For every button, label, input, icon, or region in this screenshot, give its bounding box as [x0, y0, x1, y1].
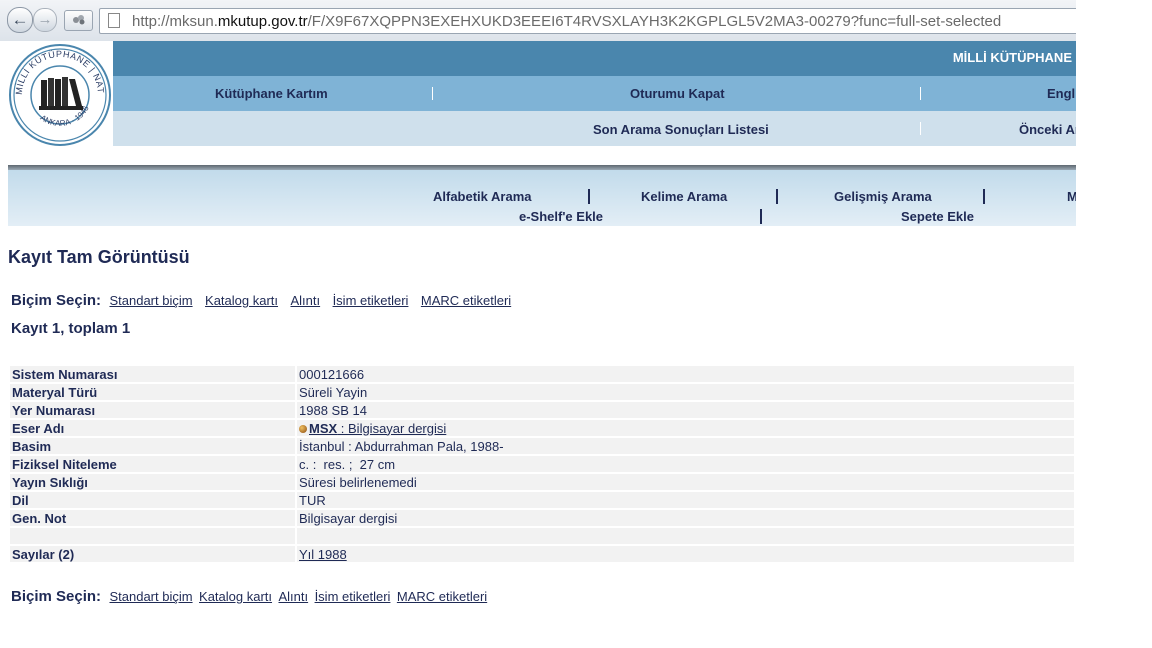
field-label: Sayılar (2) [10, 546, 295, 562]
table-row: Dil TUR [10, 492, 1074, 508]
title-rest-link[interactable]: : Bilgisayar dergisi [337, 421, 447, 436]
advanced-search-link[interactable]: Gelişmiş Arama [834, 189, 932, 204]
table-row [10, 528, 1074, 544]
field-value: MSX : Bilgisayar dergisi [297, 420, 1074, 436]
header-results-bar: Son Arama Sonuçları Listesi Önceki Ar [113, 111, 1076, 146]
format-catalog-card-link[interactable]: Katalog kartı [199, 589, 272, 604]
format-select-top: Biçim Seçin: Standart biçim Katalog kart… [11, 292, 511, 310]
table-row: Yayın Sıklığı Süresi belirlenemedi [10, 474, 1074, 490]
table-row: Materyal Türü Süreli Yayin [10, 384, 1074, 400]
table-row: Sayılar (2) Yıl 1988 [10, 546, 1074, 562]
field-value: TUR [297, 492, 1074, 508]
keyword-search-link[interactable]: Kelime Arama [641, 189, 727, 204]
my-library-card-link[interactable]: Kütüphane Kartım [215, 86, 328, 101]
field-label: Yayın Sıklığı [10, 474, 295, 490]
page-title: Kayıt Tam Görüntüsü [8, 247, 190, 267]
field-value [297, 528, 1074, 544]
url-text: http://mksun.mkutup.gov.tr/F/X9F67XQPPN3… [132, 13, 1002, 30]
field-value: 1988 SB 14 [297, 402, 1074, 418]
table-row: Basim İstanbul : Abdurrahman Pala, 1988- [10, 438, 1074, 454]
field-value: İstanbul : Abdurrahman Pala, 1988- [297, 438, 1074, 454]
national-library-logo: MİLLİ KÜTÜPHANE | NATIONAL LIBRARY ANKAR… [8, 43, 111, 146]
forward-button[interactable]: → [33, 8, 57, 32]
separator [760, 209, 762, 224]
logout-link[interactable]: Oturumu Kapat [630, 86, 725, 101]
bullet-icon [299, 425, 307, 434]
separator [776, 189, 778, 204]
format-standard-link[interactable]: Standart biçim [109, 293, 192, 308]
field-value: Süresi belirlenemedi [297, 474, 1074, 490]
format-name-tags-link[interactable]: İsim etiketleri [315, 589, 391, 604]
holdings-link[interactable]: Yıl 1988 [299, 547, 347, 562]
header-brand-bar: MİLLİ KÜTÜPHANE [113, 41, 1076, 76]
format-citation-link[interactable]: Alıntı [278, 589, 308, 604]
separator [920, 122, 921, 135]
record-table: Sistem Numarası 000121666 Materyal Türü Sü… [8, 364, 1076, 564]
search-nav-band: Alfabetik Arama Kelime Arama Gelişmiş Ar… [8, 165, 1076, 226]
table-row: Yer Numarası 1988 SB 14 [10, 402, 1074, 418]
back-arrow-icon: ← [11, 10, 29, 29]
format-select-label: Biçim Seçin: [11, 588, 102, 605]
page-icon [108, 13, 120, 28]
field-label: Basim [10, 438, 295, 454]
table-row: Eser Adı MSX : Bilgisayar dergisi [10, 420, 1074, 436]
header-user-bar: Kütüphane Kartım Oturumu Kapat Engli [113, 76, 1076, 111]
format-name-tags-link[interactable]: İsim etiketleri [333, 293, 409, 308]
field-label: Fiziksel Niteleme [10, 456, 295, 472]
format-select-bottom: Biçim Seçin: Standart biçim Katalog kart… [11, 588, 487, 606]
alphabetic-search-link[interactable]: Alfabetik Arama [433, 189, 532, 204]
back-button[interactable]: ← [7, 7, 33, 33]
format-marc-tags-link[interactable]: MARC etiketleri [421, 293, 511, 308]
field-label: Eser Adı [10, 420, 295, 436]
last-search-results-link[interactable]: Son Arama Sonuçları Listesi [593, 122, 769, 137]
add-to-eshelf-link[interactable]: e-Shelf'e Ekle [519, 209, 603, 224]
format-catalog-card-link[interactable]: Katalog kartı [205, 293, 278, 308]
previous-link[interactable]: Önceki Ar [1019, 122, 1076, 137]
field-value: Yıl 1988 [297, 546, 1074, 562]
field-value: Süreli Yayin [297, 384, 1074, 400]
table-row: Fiziksel Niteleme c. : res. ; 27 cm [10, 456, 1074, 472]
separator [920, 87, 921, 100]
separator [983, 189, 985, 204]
more-search-link[interactable]: M [1067, 189, 1076, 204]
forward-arrow-icon: → [37, 11, 53, 28]
field-label: Yer Numarası [10, 402, 295, 418]
record-count: Kayıt 1, toplam 1 [11, 320, 131, 337]
table-row: Sistem Numarası 000121666 [10, 366, 1074, 382]
field-value: 000121666 [297, 366, 1074, 382]
field-value: Bilgisayar dergisi [297, 510, 1074, 526]
separator [432, 87, 433, 100]
format-citation-link[interactable]: Alıntı [290, 293, 320, 308]
field-label: Sistem Numarası [10, 366, 295, 382]
format-marc-tags-link[interactable]: MARC etiketleri [397, 589, 487, 604]
title-link[interactable]: MSX [309, 421, 337, 436]
address-bar[interactable]: http://mksun.mkutup.gov.tr/F/X9F67XQPPN3… [99, 8, 1076, 34]
site-header: MİLLİ KÜTÜPHANE | NATIONAL LIBRARY ANKAR… [0, 41, 1076, 146]
brand-text: MİLLİ KÜTÜPHANE [952, 50, 1072, 65]
table-row: Gen. Not Bilgisayar dergisi [10, 510, 1074, 526]
band-body: Alfabetik Arama Kelime Arama Gelişmiş Ar… [8, 170, 1076, 226]
english-link[interactable]: Engli [1047, 86, 1076, 101]
browser-toolbar: ← → http://mksun.mkutup.gov.tr/F/X9F67XQ… [0, 0, 1076, 42]
extension-button[interactable] [64, 10, 93, 31]
separator [588, 189, 590, 204]
field-value: c. : res. ; 27 cm [297, 456, 1074, 472]
add-to-basket-link[interactable]: Sepete Ekle [901, 209, 974, 224]
puzzle-icon [72, 15, 84, 25]
field-label: Materyal Türü [10, 384, 295, 400]
format-standard-link[interactable]: Standart biçim [109, 589, 192, 604]
field-label: Gen. Not [10, 510, 295, 526]
format-select-label: Biçim Seçin: [11, 292, 102, 309]
browser-viewport: ← → http://mksun.mkutup.gov.tr/F/X9F67XQ… [0, 0, 1076, 648]
field-label [10, 528, 295, 544]
field-label: Dil [10, 492, 295, 508]
